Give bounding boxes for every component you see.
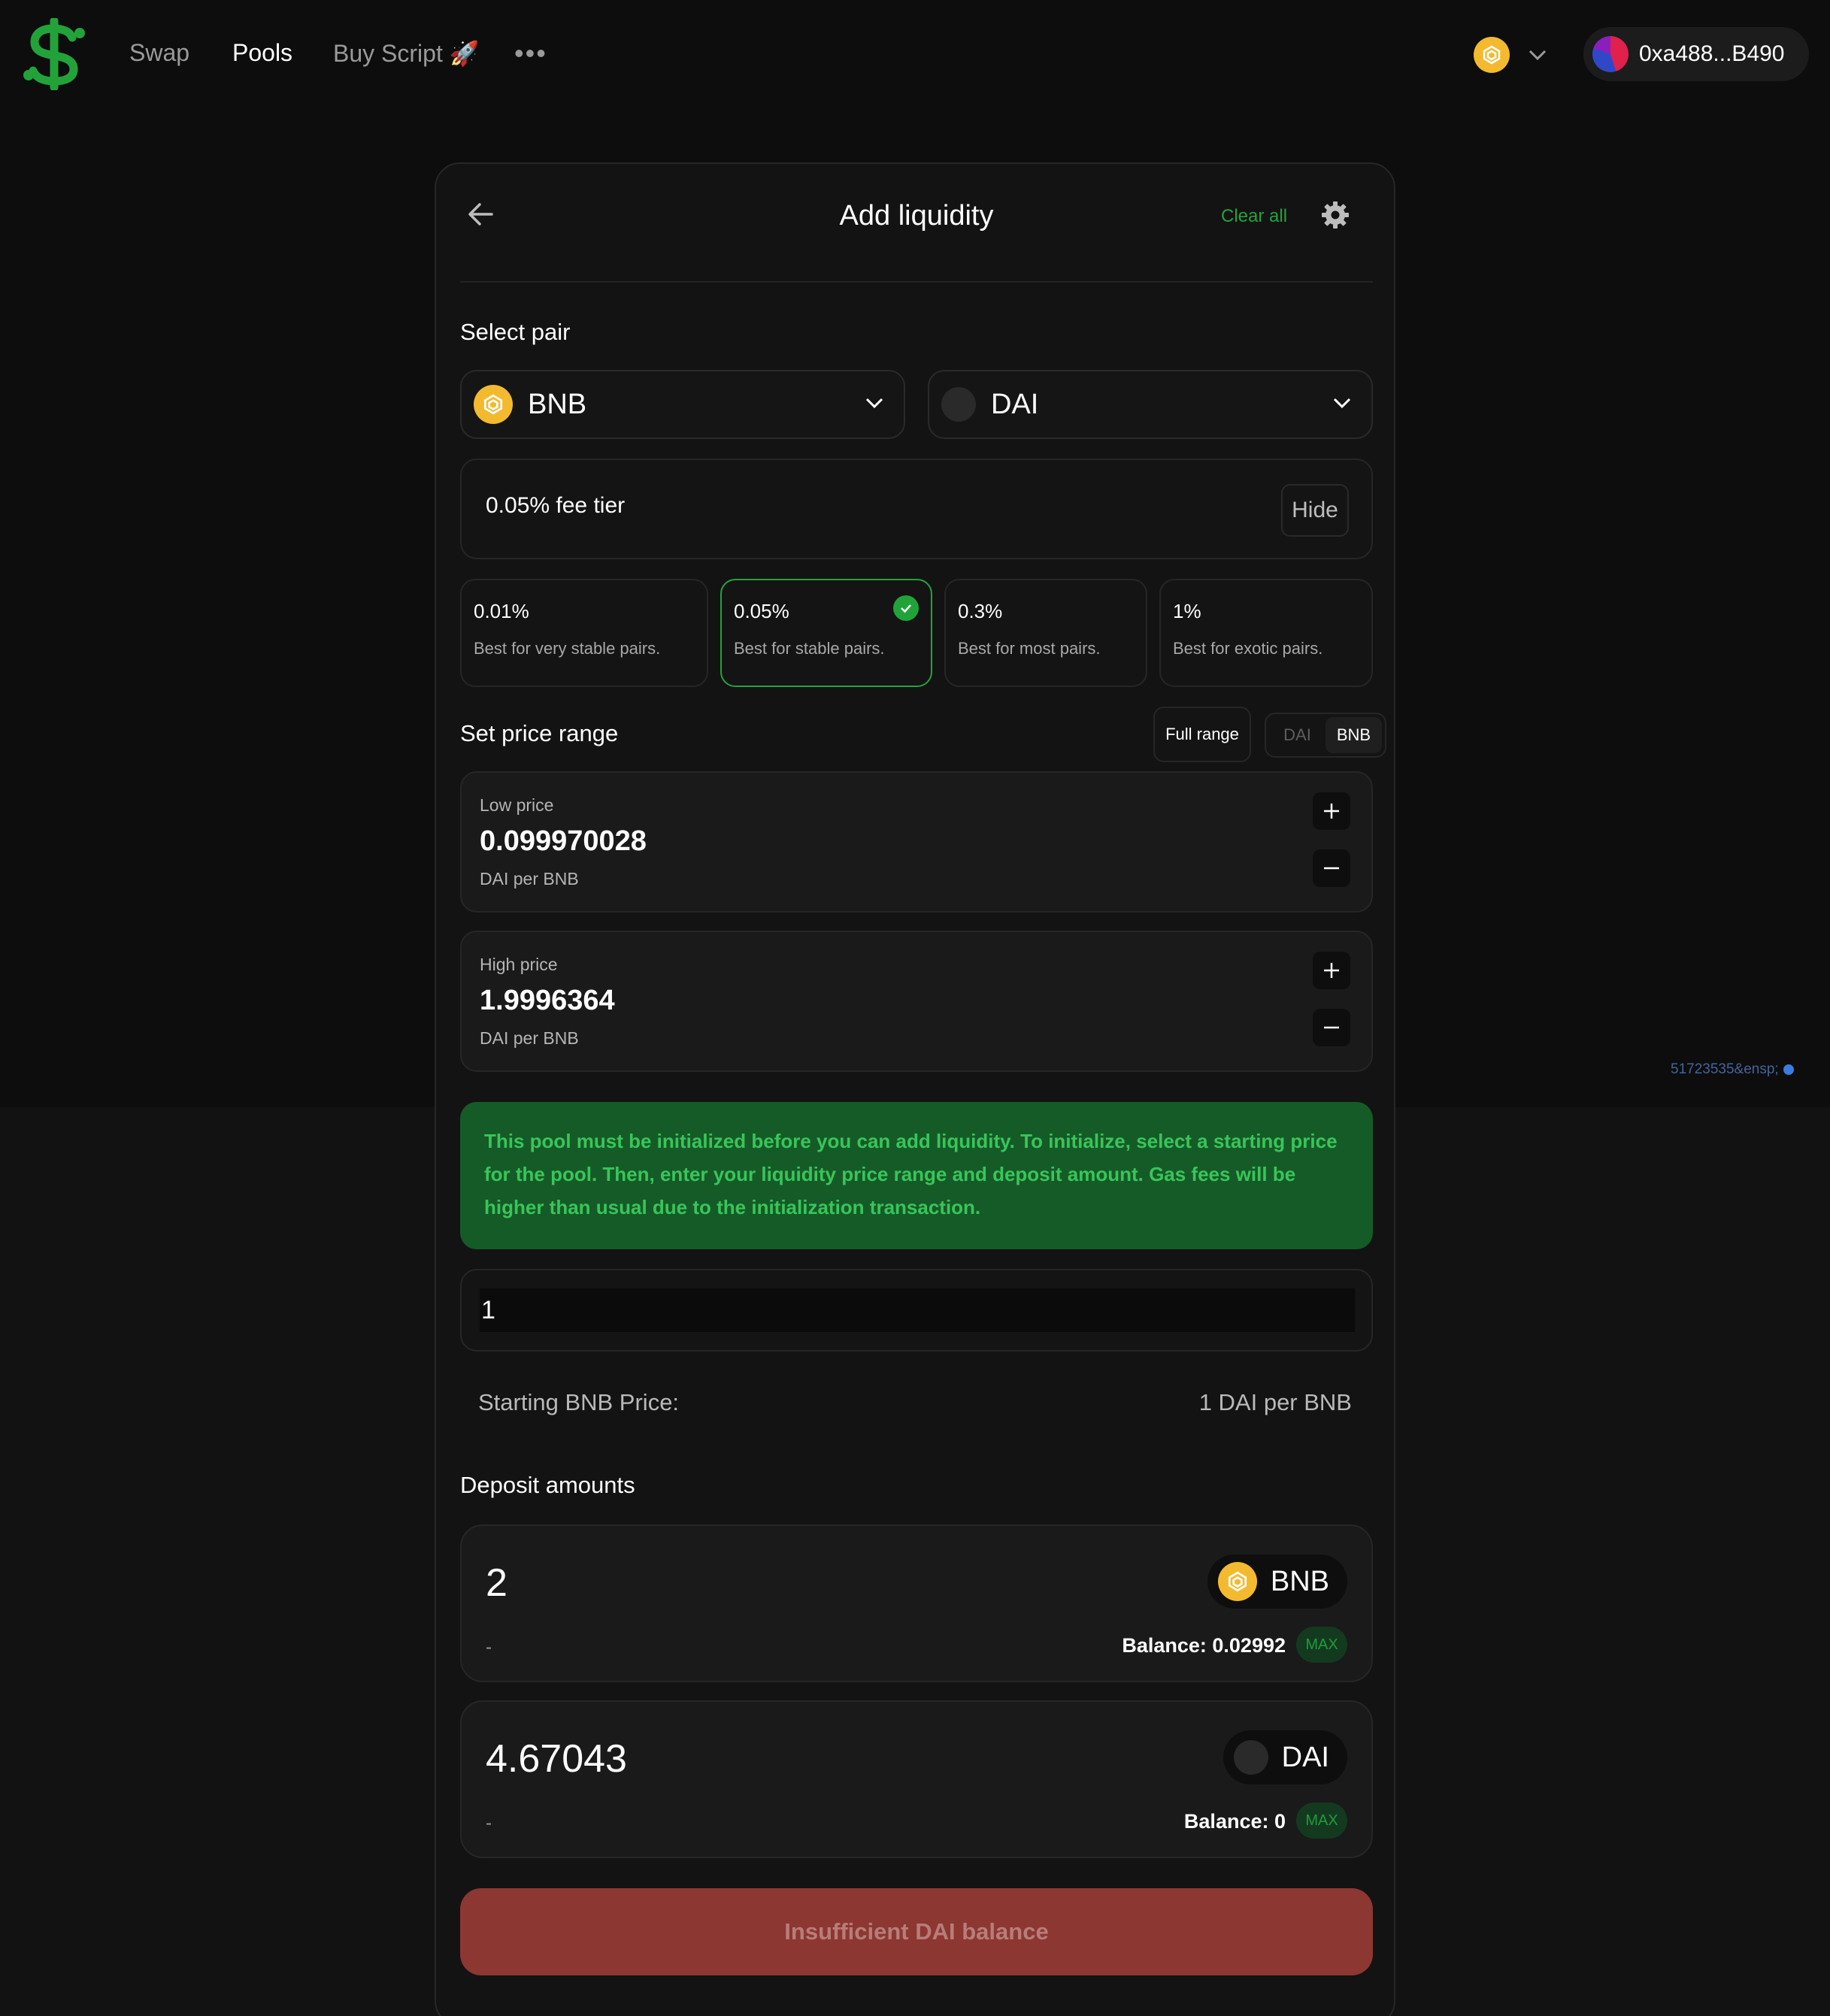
deposit-a-amount-input[interactable]: 2 — [486, 1560, 507, 1606]
increment-button[interactable] — [1313, 952, 1350, 989]
nav-link-swap[interactable]: Swap — [129, 39, 189, 67]
fee-tier-description: Best for stable pairs. — [734, 639, 885, 658]
full-range-button[interactable]: Full range — [1153, 707, 1251, 762]
starting-price-value: 1 DAI per BNB — [1198, 1389, 1352, 1415]
fee-tier-box: 0.05% fee tier Hide — [460, 459, 1373, 559]
gear-icon[interactable] — [1320, 200, 1350, 230]
fee-tier-percent: 1% — [1173, 600, 1201, 622]
deposit-b-token-badge: DAI — [1223, 1730, 1347, 1784]
increment-button[interactable] — [1313, 792, 1350, 830]
side-identifier: 51723535&ensp; — [1671, 1061, 1794, 1078]
side-identifier-text: 51723535&ensp; — [1671, 1061, 1779, 1077]
minus-icon — [1324, 1026, 1339, 1029]
fee-tier-label: 0.05% fee tier — [486, 493, 626, 518]
low-price-unit: DAI per BNB — [480, 869, 579, 888]
low-price-value[interactable]: 0.099970028 — [480, 825, 647, 858]
chain-selector-button[interactable] — [1474, 30, 1556, 80]
toggle-option-bnb[interactable]: BNB — [1326, 717, 1382, 753]
fee-tier-option-selected[interactable]: 0.05% Best for stable pairs. — [720, 579, 932, 687]
deposit-a-balance: Balance: 0.02992 — [1122, 1634, 1286, 1657]
chevron-down-icon — [865, 398, 883, 409]
initialization-notice: This pool must be initialized before you… — [460, 1102, 1373, 1249]
fee-tier-description: Best for most pairs. — [958, 639, 1101, 658]
starting-price-input[interactable] — [480, 1288, 1355, 1332]
starting-price-box — [460, 1269, 1373, 1352]
low-price-box: Low price 0.099970028 DAI per BNB — [460, 771, 1373, 913]
high-price-box: High price 1.9996364 DAI per BNB — [460, 931, 1373, 1072]
chevron-down-icon — [1333, 398, 1351, 409]
high-price-value[interactable]: 1.9996364 — [480, 985, 615, 1017]
deposit-a-box: 2 - BNB Balance: 0.02992 MAX — [460, 1524, 1373, 1682]
decrement-button[interactable] — [1313, 849, 1350, 887]
fee-tier-description: Best for exotic pairs. — [1173, 639, 1323, 658]
starting-price-label: Starting BNB Price: — [478, 1389, 680, 1415]
deposit-b-usd-value: - — [486, 1813, 492, 1833]
fee-tier-option[interactable]: 0.3% Best for most pairs. — [944, 579, 1147, 687]
navbar: Swap Pools Buy Script 🚀 ••• 0xa488...B49… — [0, 0, 1830, 109]
fee-tier-option[interactable]: 1% Best for exotic pairs. — [1159, 579, 1373, 687]
hide-button[interactable]: Hide — [1281, 484, 1349, 537]
chevron-down-icon — [1529, 50, 1547, 61]
nav-link-pools[interactable]: Pools — [232, 39, 292, 67]
deposit-b-token-name: DAI — [1281, 1741, 1329, 1773]
fee-tier-option[interactable]: 0.01% Best for very stable pairs. — [460, 579, 708, 687]
wallet-avatar — [1592, 36, 1629, 72]
header-divider — [460, 281, 1373, 283]
bnb-chain-icon — [1474, 37, 1510, 73]
status-dot — [1783, 1064, 1794, 1075]
minus-icon — [1324, 867, 1339, 870]
fee-tier-percent: 0.05% — [734, 600, 789, 622]
token-a-select[interactable]: BNB — [460, 370, 905, 439]
clear-all-button[interactable]: Clear all — [1221, 206, 1287, 227]
deposit-b-amount-input[interactable]: 4.67043 — [486, 1736, 627, 1781]
wallet-button[interactable]: 0xa488...B490 — [1583, 27, 1809, 81]
high-price-label: High price — [480, 955, 558, 974]
bnb-token-icon — [474, 385, 513, 424]
deposit-a-usd-value: - — [486, 1637, 492, 1657]
plus-icon — [1324, 963, 1339, 978]
token-b-select[interactable]: DAI — [928, 370, 1373, 439]
fee-tier-percent: 0.01% — [474, 600, 529, 622]
price-denomination-toggle[interactable]: DAI BNB — [1265, 713, 1386, 758]
select-pair-label: Select pair — [460, 319, 571, 345]
high-price-unit: DAI per BNB — [480, 1028, 579, 1048]
token-b-name: DAI — [991, 388, 1039, 420]
nav-link-buy-script[interactable]: Buy Script 🚀 — [333, 39, 480, 68]
token-a-name: BNB — [528, 388, 587, 420]
insufficient-balance-button[interactable]: Insufficient DAI balance — [460, 1888, 1373, 1975]
add-liquidity-card: Add liquidity Clear all Select pair BNB … — [435, 162, 1395, 2016]
decrement-button[interactable] — [1313, 1009, 1350, 1046]
dai-token-icon — [1233, 1740, 1268, 1775]
deposit-a-token-name: BNB — [1270, 1565, 1329, 1597]
deposit-b-box: 4.67043 - DAI Balance: 0 MAX — [460, 1700, 1373, 1858]
deposit-a-max-button[interactable]: MAX — [1296, 1627, 1347, 1663]
price-range-label: Set price range — [460, 720, 619, 746]
check-icon — [893, 595, 919, 621]
wallet-address: 0xa488...B490 — [1639, 41, 1785, 66]
bnb-token-icon — [1217, 1562, 1257, 1601]
low-price-label: Low price — [480, 795, 554, 815]
toggle-option-dai[interactable]: DAI — [1269, 717, 1326, 753]
deposit-b-balance: Balance: 0 — [1183, 1810, 1286, 1833]
deposit-a-token-badge: BNB — [1207, 1554, 1347, 1609]
fee-tier-description: Best for very stable pairs. — [474, 639, 661, 658]
plus-icon — [1324, 804, 1339, 819]
deposit-b-max-button[interactable]: MAX — [1296, 1803, 1347, 1839]
fee-tier-percent: 0.3% — [958, 600, 1003, 622]
dollar-logo-icon[interactable] — [20, 18, 89, 90]
deposit-amounts-label: Deposit amounts — [460, 1472, 635, 1498]
more-menu-icon[interactable]: ••• — [514, 38, 547, 69]
dai-token-icon — [941, 387, 976, 422]
